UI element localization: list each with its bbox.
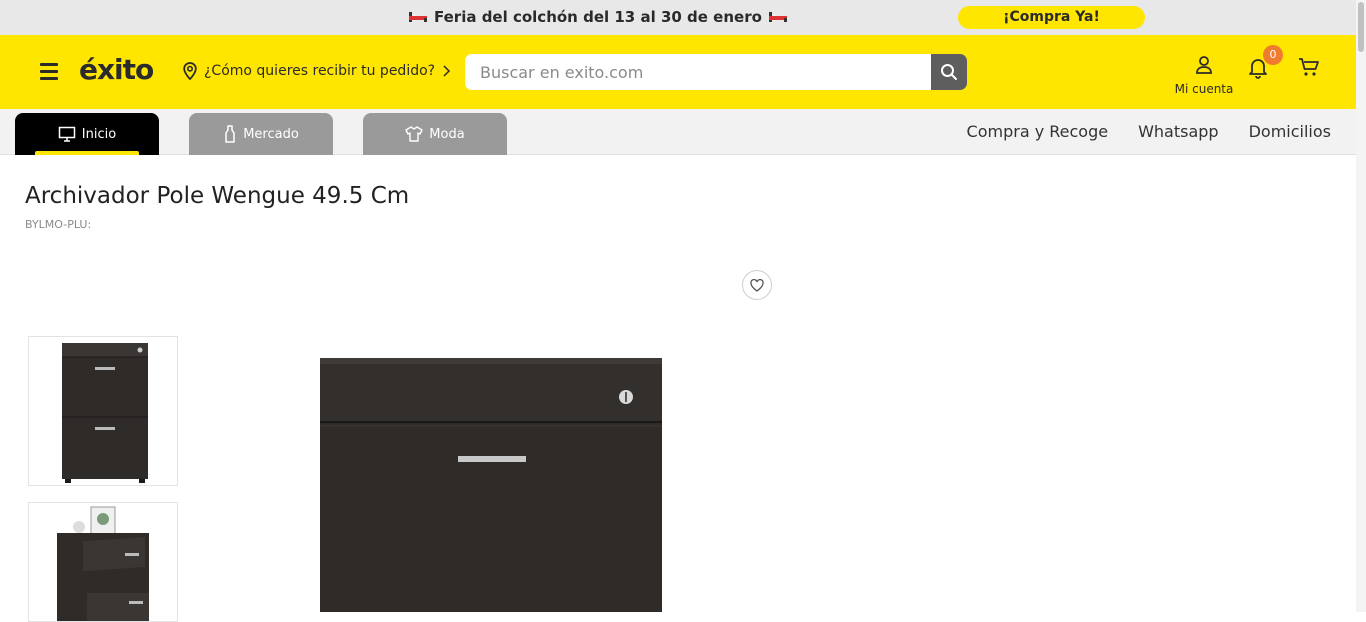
my-account-button[interactable]: Mi cuenta <box>1172 55 1236 96</box>
hamburger-menu-icon[interactable] <box>40 63 58 80</box>
product-thumbnail-2[interactable] <box>28 502 178 622</box>
search-icon <box>941 64 957 80</box>
tab-mercado[interactable]: Mercado <box>189 113 333 155</box>
search-bar <box>465 54 967 90</box>
promo-bar: Feria del colchón del 13 al 30 de enero … <box>0 0 1356 35</box>
main-header: éxito ¿Cómo quieres recibir tu pedido? M… <box>0 35 1356 109</box>
user-icon <box>1196 56 1212 74</box>
tab-label: Mercado <box>243 126 299 142</box>
search-input[interactable] <box>465 54 931 90</box>
promo-message: Feria del colchón del 13 al 30 de enero <box>408 8 788 26</box>
delivery-location-selector[interactable]: ¿Cómo quieres recibir tu pedido? <box>182 62 451 80</box>
chevron-right-icon <box>443 65 451 77</box>
product-title: Archivador Pole Wengue 49.5 Cm <box>25 183 410 209</box>
tab-inicio[interactable]: Inicio <box>15 113 159 155</box>
location-pin-icon <box>183 62 197 80</box>
nav-link-domicilios[interactable]: Domicilios <box>1249 122 1331 141</box>
bottle-icon <box>225 125 235 143</box>
search-button[interactable] <box>931 54 967 90</box>
delivery-location-label: ¿Cómo quieres recibir tu pedido? <box>204 63 436 79</box>
heart-icon <box>750 278 764 292</box>
filing-cabinet-image <box>62 343 148 483</box>
product-thumbnail-1[interactable] <box>28 336 178 486</box>
nav-link-compra-y-recoge[interactable]: Compra y Recoge <box>967 122 1109 141</box>
my-account-label: Mi cuenta <box>1174 82 1234 96</box>
promo-cta-button[interactable]: ¡Compra Ya! <box>958 6 1145 29</box>
shopping-cart-icon[interactable] <box>1297 55 1321 79</box>
product-main-image[interactable] <box>300 340 680 612</box>
tab-moda[interactable]: Moda <box>363 113 507 155</box>
shirt-icon <box>405 126 423 142</box>
tab-label: Moda <box>429 126 465 142</box>
tab-label: Inicio <box>81 126 117 142</box>
service-links: Compra y Recoge Whatsapp Domicilios <box>967 122 1331 141</box>
promo-text: Feria del colchón del 13 al 30 de enero <box>434 8 762 26</box>
category-nav: Inicio Mercado Moda Compra y Recoge What… <box>0 109 1356 155</box>
page-scrollbar[interactable] <box>1356 0 1366 612</box>
exito-logo[interactable]: éxito <box>79 53 154 86</box>
filing-cabinet-styled-image <box>57 506 149 621</box>
scrollbar-thumb[interactable] <box>1358 2 1364 52</box>
monitor-icon <box>58 126 76 142</box>
product-sku: BYLMO-PLU: <box>25 218 92 231</box>
favorite-button[interactable] <box>742 270 772 300</box>
bed-icon <box>768 12 787 22</box>
notifications-count-badge: 0 <box>1263 45 1283 65</box>
nav-link-whatsapp[interactable]: Whatsapp <box>1138 122 1219 141</box>
bed-icon <box>409 12 427 22</box>
